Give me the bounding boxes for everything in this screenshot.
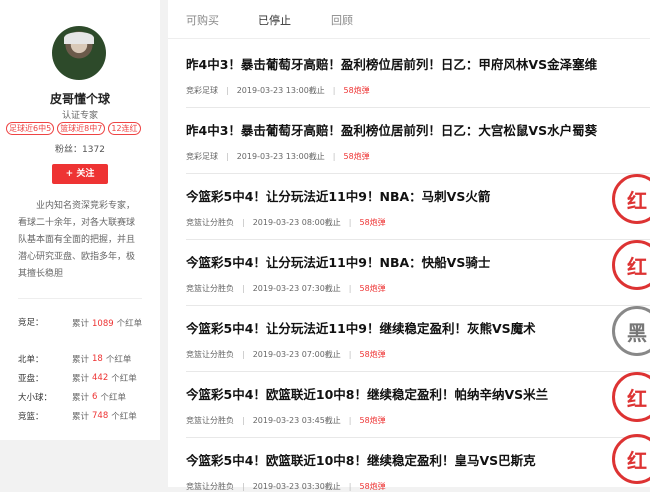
- article-deadline: 2019-03-23 07:00截止: [252, 350, 341, 359]
- stat-label: 竞足：: [18, 318, 44, 328]
- article-price: 58炮弹: [343, 152, 370, 161]
- stat-suffix: 个红单: [116, 319, 143, 329]
- record-tag: 篮球近8中7: [57, 122, 106, 135]
- stat-row: 亚盘： 累计 442 个红单: [18, 368, 153, 387]
- stat-suffix: 个红单: [100, 392, 126, 403]
- tab-stopped[interactable]: 已停止: [258, 12, 291, 28]
- stat-row: 北单： 累计 18 个红单: [18, 349, 153, 368]
- article-deadline: 2019-03-23 13:00截止: [236, 86, 325, 95]
- stat-label: 北单：: [18, 354, 44, 365]
- stat-count: 1089: [92, 319, 114, 329]
- article-price: 58炮弹: [343, 86, 370, 95]
- record-tag: 12连红: [108, 122, 141, 135]
- article-panel: 可购买 已停止 回顾 昨4中3！暴击葡萄牙高赔！盈利榜位居前列！日乙：甲府风林V…: [168, 0, 650, 491]
- stat-prefix: 累计: [72, 392, 90, 403]
- stat-count: 18: [92, 353, 103, 364]
- article-category: 竞篮让分胜负: [186, 350, 234, 359]
- article-price: 58炮弹: [359, 416, 386, 425]
- expert-bio: 业内知名资深竞彩专家，看球二十余年，对各大联赛球队基本面有全面的把握，并且潜心研…: [18, 201, 136, 279]
- article-item[interactable]: 今篮彩5中4！让分玩法近11中9！NBA：快船VS骑士 竞篮让分胜负 | 2019-…: [186, 240, 650, 306]
- stat-count: 442: [92, 372, 109, 383]
- stat-count: 748: [92, 410, 109, 421]
- article-deadline: 2019-03-23 07:30截止: [252, 284, 341, 293]
- article-title[interactable]: 今篮彩5中4！欧篮联近10中8！继续稳定盈利！皇马VS巴斯克: [186, 450, 650, 469]
- stat-prefix: 累计: [72, 354, 90, 365]
- stat-suffix: 个红单: [111, 373, 137, 384]
- article-title[interactable]: 今篮彩5中4！欧篮联近10中8！继续稳定盈利！帕纳辛纳VS米兰: [186, 384, 650, 403]
- article-item[interactable]: 今篮彩5中4！欧篮联近10中8！继续稳定盈利！皇马VS巴斯克 竞篮让分胜负 | 20…: [186, 434, 650, 491]
- article-item[interactable]: 今篮彩5中4！让分玩法近11中9！NBA：马刺VS火箭 竞篮让分胜负 | 2019-…: [186, 174, 650, 240]
- article-title[interactable]: 今篮彩5中4！让分玩法近11中9！继续稳定盈利！灰熊VS魔术: [186, 318, 650, 337]
- article-meta: 竞篮让分胜负 | 2019-03-23 08:00截止 | 58炮弹: [186, 218, 386, 227]
- stat-label: 亚盘：: [18, 373, 44, 384]
- stat-prefix: 累计: [72, 373, 90, 384]
- article-meta: 竞篮让分胜负 | 2019-03-23 03:45截止 | 58炮弹: [186, 416, 386, 425]
- article-price: 58炮弹: [359, 218, 386, 227]
- stat-row: 竞足： 累计 1089 个红单: [18, 316, 153, 349]
- stat-suffix: 个红单: [105, 354, 132, 365]
- article-item[interactable]: 今篮彩5中4！欧篮联近10中8！继续稳定盈利！帕纳辛纳VS米兰 竞篮让分胜负 | 2…: [186, 372, 650, 438]
- record-tags: 足球近6中5 篮球近8中7 12连红: [6, 122, 156, 135]
- article-deadline: 2019-03-23 03:45截止: [252, 416, 341, 425]
- result-stamp-red: 红: [612, 434, 650, 484]
- expert-name[interactable]: 皮哥懂个球: [0, 90, 160, 107]
- article-meta: 竞彩足球 | 2019-03-23 13:00截止 | 58炮弹: [186, 152, 370, 161]
- article-meta: 竞彩足球 | 2019-03-23 13:00截止 | 58炮弹: [186, 86, 370, 95]
- stat-label: 竞篮：: [18, 411, 44, 422]
- article-category: 竞彩足球: [186, 152, 218, 161]
- article-title[interactable]: 今篮彩5中4！让分玩法近11中9！NBA：马刺VS火箭: [186, 186, 650, 205]
- tab-review[interactable]: 回顾: [331, 12, 353, 28]
- article-category: 竞篮让分胜负: [186, 218, 234, 227]
- article-deadline: 2019-03-23 08:00截止: [252, 218, 341, 227]
- stat-prefix: 累计: [72, 411, 90, 422]
- certification-label: 认证专家: [61, 111, 98, 121]
- expert-sidebar: 皮哥懂个球 认证专家 足球近6中5 篮球近8中7 12连红 粉丝：1372 + …: [0, 0, 160, 440]
- record-tag: 足球近6中5: [6, 122, 55, 135]
- tab-available[interactable]: 可购买: [186, 12, 219, 28]
- stats-list: 竞足： 累计 1089 个红单 北单： 累计 18 个红单 亚盘： 累计 442 个红单 大…: [18, 316, 153, 425]
- stat-label: 大小球：: [18, 392, 53, 403]
- article-item[interactable]: 今篮彩5中4！让分玩法近11中9！继续稳定盈利！灰熊VS魔术 竞篮让分胜负 | 20…: [186, 306, 650, 372]
- stat-row: 大小球： 累计 6 个红单: [18, 387, 153, 406]
- stat-prefix: 累计: [72, 319, 90, 329]
- article-meta: 竞篮让分胜负 | 2019-03-23 07:30截止 | 58炮弹: [186, 284, 386, 293]
- stat-row: 竞篮： 累计 748 个红单: [18, 406, 153, 425]
- divider: [18, 298, 142, 299]
- article-title[interactable]: 今篮彩5中4！让分玩法近11中9！NBA：快船VS骑士: [186, 252, 650, 271]
- article-meta: 竞篮让分胜负 | 2019-03-23 07:00截止 | 58炮弹: [186, 350, 386, 359]
- article-price: 58炮弹: [359, 350, 386, 359]
- article-item[interactable]: 昨4中3！暴击葡萄牙高赔！盈利榜位居前列！日乙：甲府风林VS金泽塞维 竞彩足球 |…: [186, 54, 650, 108]
- avatar[interactable]: [52, 26, 106, 80]
- follow-button[interactable]: + 关注: [52, 164, 108, 184]
- article-title[interactable]: 昨4中3！暴击葡萄牙高赔！盈利榜位居前列！日乙：大宫松鼠VS水户蜀葵: [186, 120, 650, 139]
- article-item[interactable]: 昨4中3！暴击葡萄牙高赔！盈利榜位居前列！日乙：大宫松鼠VS水户蜀葵 竞彩足球 |…: [186, 120, 650, 174]
- article-category: 竞彩足球: [186, 86, 218, 95]
- article-category: 竞篮让分胜负: [186, 284, 234, 293]
- stat-count: 6: [92, 391, 98, 402]
- tab-bar: 可购买 已停止 回顾: [168, 0, 650, 39]
- article-title[interactable]: 昨4中3！暴击葡萄牙高赔！盈利榜位居前列！日乙：甲府风林VS金泽塞维: [186, 54, 650, 73]
- article-category: 竞篮让分胜负: [186, 416, 234, 425]
- stat-suffix: 个红单: [111, 411, 137, 422]
- article-price: 58炮弹: [359, 284, 386, 293]
- article-deadline: 2019-03-23 13:00截止: [236, 152, 325, 161]
- fans-count: 粉丝：1372: [55, 145, 105, 155]
- stat-value: 累计 1089 个红单: [72, 316, 142, 332]
